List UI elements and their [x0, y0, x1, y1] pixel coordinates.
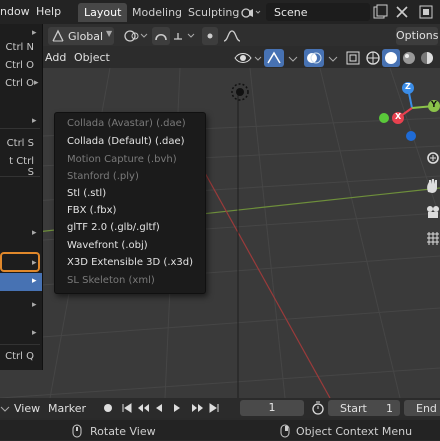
start-label: Start — [340, 402, 367, 415]
menu-item-save-shortcut[interactable]: Ctrl S — [0, 138, 34, 149]
tab-layout[interactable]: Layout — [78, 3, 128, 22]
camera-icon[interactable] — [424, 202, 440, 222]
submenu-arrow-icon: ▸ — [34, 78, 39, 88]
status-left-action: Rotate View — [90, 425, 156, 438]
current-frame-field[interactable]: 1 — [240, 400, 304, 416]
end-label: End — [416, 402, 437, 415]
gizmo-toggle-icon[interactable] — [264, 49, 284, 67]
file-menu — [0, 24, 43, 370]
menu-window[interactable]: ndow — [0, 5, 30, 18]
export-fbx[interactable]: FBX (.fbx) — [67, 205, 116, 216]
submenu-arrow-icon: ▸ — [32, 300, 37, 310]
material-shading-icon[interactable] — [400, 49, 418, 67]
add-menu[interactable]: Add — [45, 51, 66, 64]
view-layer-icon[interactable] — [418, 4, 434, 20]
menu-help[interactable]: Help — [36, 5, 61, 18]
timeline-marker-menu[interactable]: Marker — [48, 402, 86, 415]
solid-shading-icon[interactable] — [382, 49, 400, 67]
menu-divider — [0, 176, 40, 177]
submenu-arrow-icon: ▸ — [32, 28, 37, 38]
menu-item-open-recent-shortcut[interactable]: Ctrl O — [0, 78, 34, 89]
tab-modeling[interactable]: Modeling — [126, 3, 188, 22]
export-collada-default[interactable]: Collada (Default) (.dae) — [67, 136, 185, 147]
chevron-down-icon[interactable] — [0, 402, 10, 416]
gizmo-y-label: Y — [431, 100, 437, 109]
chevron-down-icon[interactable] — [326, 49, 340, 67]
rendered-shading-icon[interactable] — [418, 49, 436, 67]
export-stl[interactable]: Stl (.stl) — [67, 188, 106, 199]
stopwatch-icon[interactable] — [310, 400, 326, 416]
xray-icon[interactable] — [344, 49, 362, 67]
export-motion-capture: Motion Capture (.bvh) — [67, 154, 177, 165]
menu-divider — [0, 128, 40, 129]
wireframe-shading-icon[interactable] — [364, 49, 382, 67]
mouse-right-icon — [280, 424, 290, 438]
status-right-action: Object Context Menu — [296, 425, 413, 438]
delete-scene-icon[interactable] — [394, 4, 410, 20]
record-icon[interactable] — [100, 400, 116, 416]
export-sl-skeleton: SL Skeleton (xml) — [67, 275, 155, 286]
menu-item-save-as-shortcut[interactable]: t Ctrl S — [0, 156, 34, 178]
export-collada-avastar: Collada (Avastar) (.dae) — [67, 118, 186, 129]
new-scene-icon[interactable] — [372, 4, 388, 20]
chevron-down-icon[interactable] — [286, 49, 300, 67]
playback-controls[interactable] — [120, 400, 234, 416]
menu-divider — [0, 344, 40, 345]
timeline-view-menu[interactable]: View — [14, 402, 40, 415]
object-menu[interactable]: Object — [74, 51, 110, 64]
overlays-icon[interactable] — [304, 49, 324, 67]
scene-name: Scene — [274, 6, 308, 19]
submenu-arrow-icon: ▸ — [32, 328, 37, 338]
menu-item-new-shortcut[interactable]: Ctrl N — [0, 42, 34, 53]
export-wavefront[interactable]: Wavefront (.obj) — [67, 240, 148, 251]
menu-item-quit-shortcut[interactable]: Ctrl Q — [0, 351, 34, 362]
tab-sculpting[interactable]: Sculpting — [182, 3, 245, 22]
export-gltf[interactable]: glTF 2.0 (.glb/.gltf) — [67, 222, 160, 233]
pan-hand-icon[interactable] — [424, 176, 440, 196]
zoom-icon[interactable] — [424, 150, 440, 170]
start-value: 1 — [386, 402, 393, 415]
mouse-middle-icon — [72, 424, 82, 438]
export-x3d[interactable]: X3D Extensible 3D (.x3d) — [67, 257, 193, 268]
export-stanford: Stanford (.ply) — [67, 171, 139, 182]
menu-item-open-shortcut[interactable]: Ctrl O — [0, 60, 34, 71]
visibility-eye-icon[interactable] — [233, 49, 263, 67]
scene-type-icon[interactable] — [240, 4, 262, 20]
